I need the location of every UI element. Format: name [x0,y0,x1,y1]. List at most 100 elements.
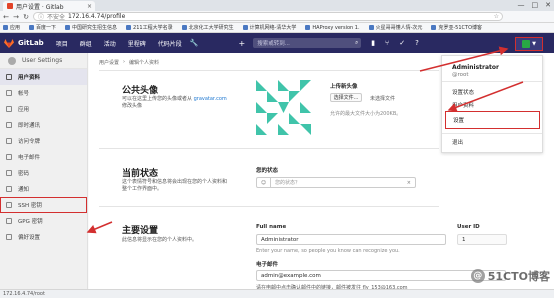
sidebar-item-applications[interactable]: 应用 [0,101,87,117]
no-file-label: 未选择文件 [370,96,396,102]
menu-item-profile[interactable]: 用户资料 [452,101,474,109]
address-toolbar: ← → ↻ ⓘ 不安全 172.16.4.74/profile ☆ [0,11,554,23]
bookmark-icon [242,25,248,30]
bookmark-item[interactable]: 中国研究生招生信息 [65,24,117,31]
sidebar-item-notifications[interactable]: 通知 [0,181,87,197]
sidebar-item-emails[interactable]: 电子邮件 [0,149,87,165]
statusbar-url: 172.16.4.74/root [3,291,45,297]
maximize-icon[interactable]: □ [532,1,539,9]
sidebar-item-account[interactable]: 帐号 [0,85,87,101]
breadcrumb-user-settings[interactable]: 用户设置 [99,59,119,66]
bookmark-item[interactable]: 211工程大学名录 [126,24,173,31]
back-icon[interactable]: ← [3,13,9,21]
nav-activity[interactable]: 活动 [104,39,116,48]
sidebar-title: User Settings [22,57,63,64]
merge-request-icon[interactable]: ⑂ [385,39,389,47]
status-placeholder: 您的状态？ [275,180,301,186]
chevron-down-icon: ▼ [532,41,536,47]
new-plus-icon[interactable]: + [238,39,245,48]
menu-item-settings[interactable]: 设置 [445,111,540,129]
reload-icon[interactable]: ↻ [23,13,29,21]
main-settings-title: 主要设置 [122,226,159,236]
search-input[interactable]: 搜索或转到... ⌕ [253,38,362,48]
header-icons: ▮ ⑂ ✓ [371,39,405,47]
email-label: 电子邮件 [256,262,279,268]
minimize-icon[interactable]: — [518,1,525,9]
status-input[interactable]: ☺ 您的状态？ × [256,177,416,188]
sidebar-header[interactable]: User Settings [0,53,87,69]
bookmark-icon [65,25,71,30]
emoji-picker-icon[interactable]: ☺ [257,178,271,187]
breadcrumb-edit-profile[interactable]: 编辑个人资料 [129,59,159,66]
choose-file-button[interactable]: 选择文件... [330,93,362,102]
brand-name[interactable]: GitLab [18,39,44,47]
chat-icon [6,122,12,128]
apps-icon [3,25,8,30]
browser-statusbar: 172.16.4.74/root [0,289,554,298]
user-id-label: User ID [457,224,480,230]
bookmark-item[interactable]: 克罗亚-51CTO博客 [431,24,482,31]
bookmark-icon [181,25,187,30]
admin-wrench-icon[interactable]: 🔧 [190,39,199,47]
watermark-badge: @ [470,269,485,283]
profile-icon [6,74,12,80]
gitlab-logo-icon[interactable] [4,38,14,48]
nav-milestones[interactable]: 里程碑 [128,39,146,48]
sidebar-item-preferences[interactable]: 偏好设置 [0,229,87,245]
bookmark-icon [368,25,374,30]
lock-icon [6,170,12,176]
dropdown-username: Administrator [452,64,499,71]
bookmark-item[interactable]: HAProxy version 1. [305,25,360,31]
key-icon [6,202,12,208]
info-icon[interactable]: ⓘ [38,12,44,21]
search-icon: ⌕ [355,39,359,46]
user-dropdown-menu: Administrator @root 设置状态 用户资料 设置 退出 [441,55,543,153]
clear-status-icon[interactable]: × [407,180,411,186]
forward-icon[interactable]: → [13,13,19,21]
avatar [522,40,531,48]
browser-tab[interactable]: 用户设置 · Gitlab × [3,1,95,11]
gravatar-link[interactable]: gravatar.com [194,96,227,102]
sidebar-item-access-tokens[interactable]: 访问令牌 [0,133,87,149]
tab-close-icon[interactable]: × [87,3,92,10]
full-name-input[interactable]: Administrator [256,234,446,245]
watermark: @ 51CTO博客 [470,268,550,284]
menu-item-set-status[interactable]: 设置状态 [452,88,474,96]
help-icon[interactable]: ? [415,39,419,47]
sidebar-item-ssh-keys[interactable]: SSH 密钥 [0,197,87,213]
bookmark-star-icon[interactable]: ☆ [494,13,499,20]
preferences-icon [6,234,12,240]
divider [99,148,439,149]
nav-groups[interactable]: 群组 [80,39,92,48]
bookmark-item[interactable]: 应用 [3,24,20,31]
issues-icon[interactable]: ▮ [371,39,375,47]
sidebar-item-chat[interactable]: 即时通讯 [0,117,87,133]
main-settings-desc: 此信息将显示在您的个人资料中。 [122,237,198,243]
sidebar-item-password[interactable]: 密码 [0,165,87,181]
user-avatar-button[interactable]: ▼ [515,37,543,51]
bookmark-item[interactable]: 百度一下 [29,24,56,31]
nav-snippets[interactable]: 代码片段 [158,39,182,48]
browser-tabbar: 用户设置 · Gitlab × — □ ✕ [0,0,554,11]
menu-item-sign-out[interactable]: 退出 [452,138,463,146]
bookmark-item[interactable]: 火星哥哥懂人情-次元 [368,24,422,31]
watermark-text: 51CTO博客 [487,270,550,283]
upload-avatar-title: 上传新头像 [330,84,358,90]
bookmark-icon [126,25,132,30]
settings-sidebar: User Settings 用户资料 帐号 应用 即时通讯 访问令牌 电子邮件 … [0,53,88,289]
bookmark-item[interactable]: 计算机网络-清华大学 [242,24,296,31]
identicon-avatar [256,80,311,135]
key-icon [6,218,12,224]
bookmark-item[interactable]: 北京化工大学研究生 [181,24,234,31]
close-window-icon[interactable]: ✕ [545,1,551,9]
divider [99,70,439,71]
url-bar[interactable]: ⓘ 不安全 172.16.4.74/profile ☆ [33,12,503,21]
sidebar-item-profile[interactable]: 用户资料 [0,69,87,85]
sidebar-item-gpg-keys[interactable]: GPG 密钥 [0,213,87,229]
dropdown-divider [442,81,542,82]
security-label: 不安全 [47,14,66,21]
todo-icon[interactable]: ✓ [399,39,405,47]
tab-title: 用户设置 · Gitlab [16,3,64,11]
nav-projects[interactable]: 项目 [56,39,68,48]
email-field[interactable]: admin@example.com [256,270,506,281]
